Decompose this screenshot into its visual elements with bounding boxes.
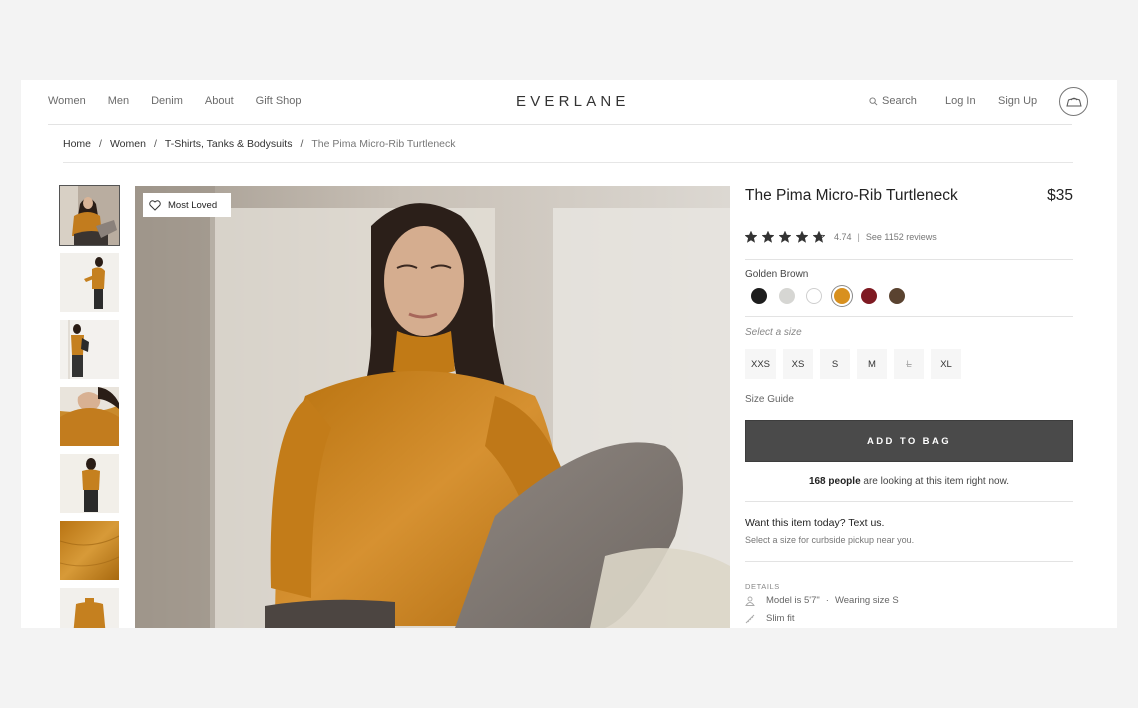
thumbnail-3[interactable] — [60, 320, 119, 379]
breadcrumb: Home / Women / T-Shirts, Tanks & Bodysui… — [63, 138, 456, 150]
most-loved-badge: Most Loved — [143, 193, 232, 217]
rating-separator: | — [857, 232, 860, 242]
curbside-pickup-text: Select a size for curbside pickup near y… — [745, 535, 915, 545]
star-icon — [762, 231, 774, 243]
search-label: Search — [882, 95, 917, 107]
color-swatch[interactable] — [778, 288, 795, 304]
nav-about[interactable]: About — [205, 95, 234, 107]
site-header: Women Men Denim About Gift Shop EVERLANE… — [21, 80, 1117, 126]
product-main-image[interactable]: Most Loved — [135, 186, 730, 628]
breadcrumb-separator: / — [300, 138, 304, 150]
breadcrumb-women[interactable]: Women — [110, 138, 146, 150]
signup-link[interactable]: Sign Up — [998, 95, 1037, 107]
detail-model-size: Wearing size S — [834, 595, 899, 606]
divider — [745, 259, 1073, 260]
viewers-notice: 168 people are looking at this item righ… — [745, 476, 1073, 487]
rating-score: 4.74 — [834, 232, 852, 242]
detail-fit-label: Slim fit — [766, 613, 795, 624]
size-option-s[interactable]: S — [820, 349, 850, 379]
text-us-title[interactable]: Want this item today? Text us. — [745, 517, 884, 529]
viewers-count: 168 people — [808, 476, 861, 487]
nav-denim[interactable]: Denim — [151, 95, 183, 107]
rating-row[interactable]: 4.74 | See 1152 reviews — [745, 231, 937, 243]
nav-women[interactable]: Women — [48, 95, 86, 107]
search-icon — [869, 96, 878, 105]
color-swatch[interactable] — [751, 288, 767, 304]
color-swatch-selected[interactable] — [833, 288, 850, 304]
size-option-xxs[interactable]: XXS — [745, 349, 776, 379]
divider — [745, 501, 1073, 502]
badge-label: Most Loved — [168, 199, 218, 211]
ruler-icon — [745, 614, 755, 623]
model-photo — [135, 186, 730, 628]
color-swatch[interactable] — [806, 288, 822, 304]
breadcrumb-home[interactable]: Home — [63, 138, 91, 150]
detail-model-height: Model is 5'7" — [766, 595, 820, 606]
search-link[interactable]: Search — [869, 95, 917, 107]
size-guide-link[interactable]: Size Guide — [745, 394, 794, 405]
size-selector: XXS XS S M L XL — [745, 349, 968, 379]
product-title: The Pima Micro-Rib Turtleneck — [745, 187, 958, 204]
cart-icon — [1065, 97, 1082, 106]
divider — [745, 316, 1073, 317]
header-divider — [48, 124, 1072, 125]
color-name: Golden Brown — [745, 269, 809, 280]
product-price: $35 — [1047, 187, 1073, 204]
nav-men[interactable]: Men — [108, 95, 129, 107]
breadcrumb-separator: / — [99, 138, 102, 150]
size-option-l[interactable]: L — [894, 349, 924, 379]
add-to-bag-button[interactable]: ADD TO BAG — [745, 420, 1073, 462]
breadcrumb-current: The Pima Micro-Rib Turtleneck — [311, 138, 456, 150]
detail-model: Model is 5'7" · Wearing size S — [745, 595, 899, 606]
color-swatches — [751, 288, 916, 304]
heart-icon — [149, 199, 161, 211]
thumbnail-2[interactable] — [60, 253, 119, 312]
cart-button[interactable] — [1059, 87, 1088, 116]
reviews-link[interactable]: See 1152 reviews — [866, 232, 937, 242]
color-swatch[interactable] — [888, 288, 905, 304]
detail-fit: Slim fit — [745, 613, 795, 624]
details-heading: DETAILS — [745, 582, 780, 591]
person-icon — [745, 596, 755, 606]
star-icon — [796, 231, 808, 243]
viewers-text: are looking at this item right now. — [860, 476, 1010, 487]
thumbnail-gallery — [59, 185, 120, 628]
nav-gift-shop[interactable]: Gift Shop — [256, 95, 302, 107]
detail-separator: · — [825, 595, 829, 606]
star-icon — [779, 231, 791, 243]
page: Women Men Denim About Gift Shop EVERLANE… — [21, 80, 1117, 628]
size-option-xs[interactable]: XS — [783, 349, 813, 379]
size-option-m[interactable]: M — [857, 349, 887, 379]
thumbnail-1[interactable] — [59, 185, 120, 246]
breadcrumb-divider — [63, 162, 1073, 163]
main-nav: Women Men Denim About Gift Shop — [48, 95, 324, 107]
divider — [745, 561, 1073, 562]
size-option-xl[interactable]: XL — [931, 349, 961, 379]
star-icon — [745, 231, 757, 243]
color-swatch[interactable] — [861, 288, 877, 304]
thumbnail-4[interactable] — [60, 387, 119, 446]
brand-logo[interactable]: EVERLANE — [516, 93, 630, 110]
thumbnail-6[interactable] — [60, 521, 119, 580]
login-link[interactable]: Log In — [945, 95, 976, 107]
size-prompt: Select a size — [745, 327, 802, 338]
star-icon — [813, 231, 825, 243]
breadcrumb-separator: / — [153, 138, 157, 150]
breadcrumb-category[interactable]: T-Shirts, Tanks & Bodysuits — [165, 138, 293, 150]
star-rating — [745, 231, 830, 243]
thumbnail-5[interactable] — [60, 454, 119, 513]
thumbnail-7[interactable] — [60, 588, 119, 628]
